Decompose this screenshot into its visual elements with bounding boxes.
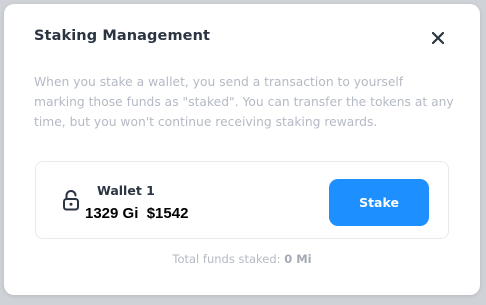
wallet-balance: 1329 Gi $1542 <box>85 205 189 222</box>
staking-management-dialog: Staking Management When you stake a wall… <box>4 4 480 295</box>
total-staked-label: Total funds staked: <box>172 252 285 266</box>
dialog-description: When you stake a wallet, you send a tran… <box>34 75 454 129</box>
dialog-title: Staking Management <box>34 28 211 44</box>
close-icon <box>432 32 444 44</box>
total-staked-value: 0 Mi <box>284 252 312 266</box>
unlocked-padlock-icon <box>63 190 79 211</box>
total-staked: Total funds staked: 0 Mi <box>4 252 480 266</box>
wallet-name: Wallet 1 <box>97 183 155 198</box>
wallet-card: Wallet 1 1329 Gi $1542 Stake <box>35 161 449 239</box>
close-button[interactable] <box>428 28 448 48</box>
stake-button[interactable]: Stake <box>329 179 429 226</box>
